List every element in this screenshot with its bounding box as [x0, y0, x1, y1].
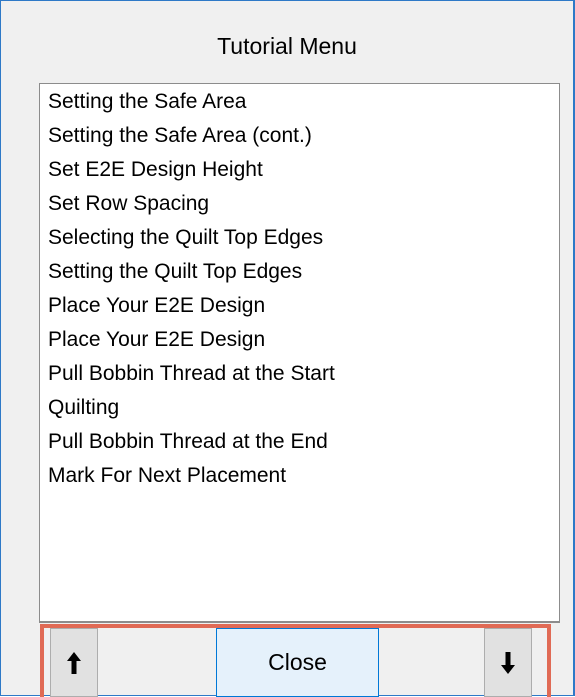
list-item[interactable]: Setting the Safe Area (cont.) [48, 124, 312, 148]
list-item[interactable]: Place Your E2E Design [48, 328, 265, 352]
list-item[interactable]: Set E2E Design Height [48, 158, 263, 182]
list-item[interactable]: Selecting the Quilt Top Edges [48, 226, 323, 250]
close-button[interactable]: Close [216, 628, 379, 697]
tutorial-menu-window: Tutorial Menu Setting the Safe Area Sett… [0, 0, 575, 697]
arrow-down-icon [500, 651, 516, 675]
list-item[interactable]: Setting the Quilt Top Edges [48, 260, 302, 284]
navigation-toolbar: Close [40, 624, 551, 697]
arrow-up-icon [66, 651, 82, 675]
list-item[interactable]: Pull Bobbin Thread at the Start [48, 362, 335, 386]
scroll-down-button[interactable] [484, 628, 532, 697]
window-title: Tutorial Menu [217, 33, 357, 59]
list-item[interactable]: Quilting [48, 396, 119, 420]
list-item[interactable]: Setting the Safe Area [48, 90, 246, 114]
list-item[interactable]: Set Row Spacing [48, 192, 209, 216]
list-item[interactable]: Place Your E2E Design [48, 294, 265, 318]
list-item[interactable]: Mark For Next Placement [48, 464, 286, 488]
list-item[interactable]: Pull Bobbin Thread at the End [48, 430, 328, 454]
scroll-up-button[interactable] [50, 628, 98, 697]
tutorial-list[interactable]: Setting the Safe Area Setting the Safe A… [39, 83, 560, 623]
